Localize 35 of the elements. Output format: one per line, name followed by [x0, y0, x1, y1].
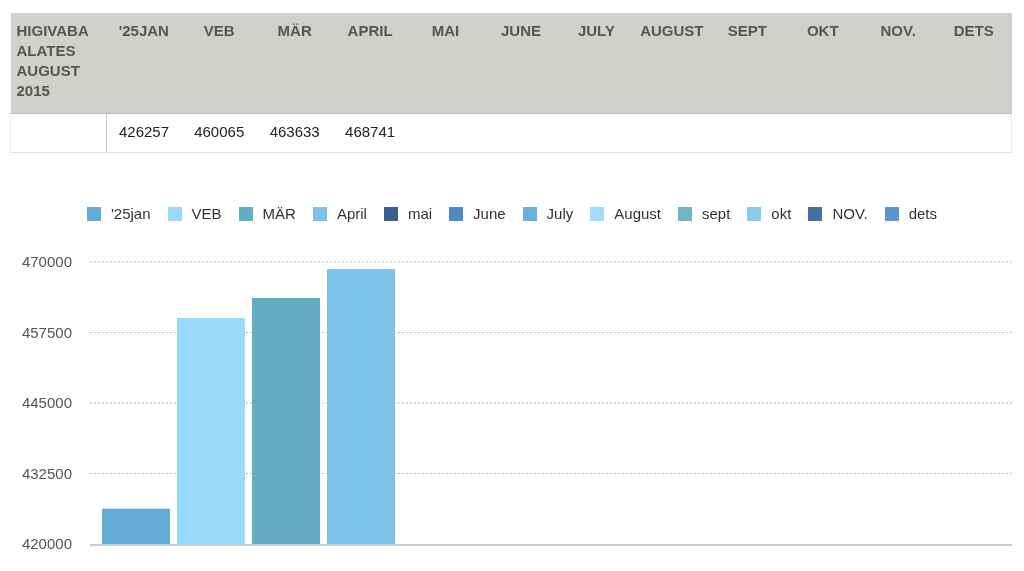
legend-label: August: [614, 203, 661, 224]
legend-label: okt: [771, 203, 792, 224]
axis-label: 432500: [21, 464, 72, 482]
column-header: MAI: [431, 22, 460, 39]
legend-label: April: [336, 203, 367, 224]
column-header: AUGUST: [640, 22, 704, 39]
axis-label: 420000: [21, 535, 72, 552]
legend-label: VEB: [191, 203, 222, 224]
table-cell: 426257: [119, 123, 170, 140]
column-header: JUNE: [500, 22, 541, 39]
legend-label: July: [546, 203, 574, 224]
legend-label: NOV.: [832, 203, 868, 224]
legend-label: sept: [702, 203, 731, 224]
axis-label: 457500: [21, 323, 72, 341]
column-header: SEPT: [727, 22, 767, 39]
column-header: OKT: [806, 22, 839, 39]
column-header: HIGIVABA ALATES AUGUST 2015: [16, 22, 89, 99]
column-header: APRIL: [347, 22, 393, 39]
column-header: '25JAN: [118, 22, 169, 39]
axis-label: 445000: [21, 394, 72, 411]
axis-label: 470000: [21, 253, 72, 270]
table-cell: 463633: [269, 123, 320, 140]
column-header: VEB: [203, 22, 235, 39]
column-header: NOV.: [880, 22, 916, 39]
legend-label: mai: [407, 203, 433, 224]
column-header: DETS: [953, 22, 994, 39]
legend-label: MÄR: [262, 203, 296, 224]
legend-label: '25jan: [110, 203, 151, 224]
column-header: MÄR: [277, 22, 312, 39]
column-header: JULY: [577, 22, 615, 39]
table-cell: 460065: [194, 123, 245, 140]
table-cell: 468741: [345, 123, 396, 140]
bar: [102, 508, 170, 544]
legend-label: dets: [908, 203, 938, 224]
legend-label: June: [473, 203, 506, 224]
